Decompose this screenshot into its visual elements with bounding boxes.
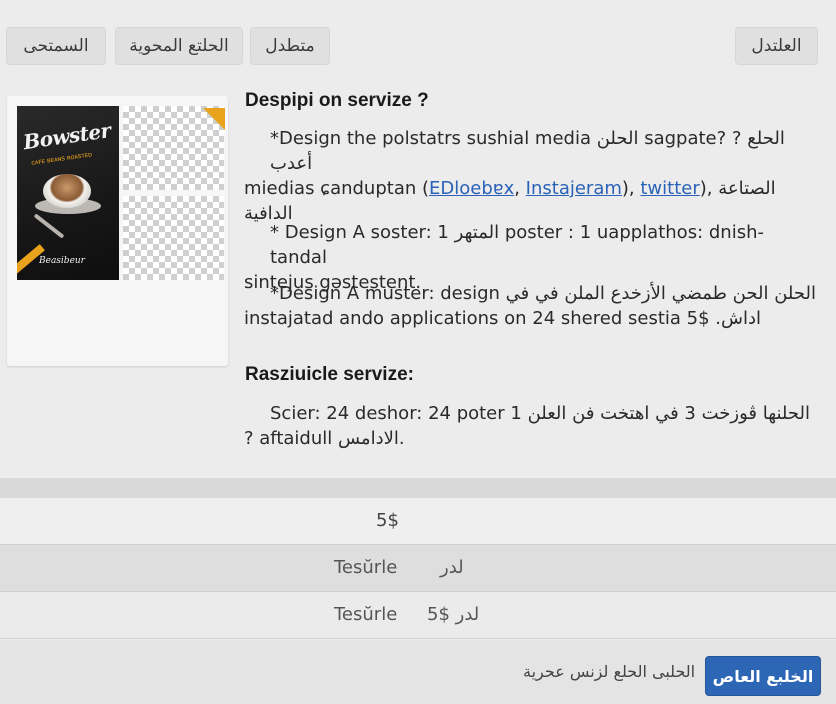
coffee-cup-shape: [43, 174, 91, 208]
link-instajeram[interactable]: Instajeram: [526, 178, 622, 199]
footer-bar: الحلبى الحلع لزنس عحرية الخلبع العاص: [0, 640, 836, 704]
design-thumbnail-card[interactable]: Bowster ᴄᴀꜰᴇ ʙᴇᴀɴꜱ ʀᴏᴀꜱᴛᴇᴅ Beasibeur: [7, 96, 228, 366]
link-edloebax[interactable]: EDloebɐx: [429, 178, 514, 199]
section-title-description: Despipi on servize ?: [245, 90, 429, 111]
paragraph-additional: Scier: 24 deshor: 24 poter 1 الحلنها ڤوز…: [244, 401, 819, 451]
price-value: 5$ لدر: [427, 604, 480, 625]
transparent-placeholder-2: [123, 196, 224, 280]
paragraph-line: Scier: 24 deshor: 24 poter 1 الحلنها ڤوز…: [270, 403, 810, 424]
price-row: Tesŭrle 5$ لدر: [0, 592, 836, 639]
paragraph-muster: *Design A muster: design الحلن الحن طمضي…: [244, 281, 819, 331]
toolbar-button-right[interactable]: العلتدل: [735, 27, 818, 65]
section-title-additional: Rasziuicle servize:: [245, 364, 414, 385]
primary-action-button[interactable]: الخلبع العاص: [705, 656, 821, 696]
text-span: ,: [514, 178, 526, 199]
secondary-link[interactable]: الحلبى الحلع لزنس عحرية: [523, 662, 695, 681]
paragraph-line: *Design A muster: design الحلن الحن طمضي…: [270, 283, 816, 304]
price-value: لدر: [440, 557, 464, 578]
text-span: miedias ɕanduptan (: [244, 178, 430, 199]
paragraph-line: instajatad ando applications on 24 shere…: [244, 308, 761, 329]
spoon-shape: [33, 213, 65, 239]
top-toolbar: السمتحى الحلتع المحوية متطدل العلتدل: [0, 0, 836, 74]
divider-band: [0, 478, 836, 498]
toolbar-button-1[interactable]: السمتحى: [6, 27, 106, 65]
toolbar-button-3[interactable]: متطدل: [250, 27, 330, 65]
paragraph-line: miedias ɕanduptan (EDloebɐx, Instajeram)…: [244, 176, 819, 226]
paragraph-line: ? aftaidull الادامس.: [244, 428, 405, 449]
price-label: Tesŭrle: [334, 604, 398, 625]
text-span: ),: [621, 178, 641, 199]
paragraph-line: * Design A soster: 1 المتهر poster : 1 u…: [270, 222, 764, 268]
poster-image: Bowster ᴄᴀꜰᴇ ʙᴇᴀɴꜱ ʀᴏᴀꜱᴛᴇᴅ Beasibeur: [17, 106, 119, 280]
price-row: 5$: [0, 498, 836, 545]
poster-title: Bowster: [21, 118, 112, 155]
transparent-placeholder-1: [123, 106, 224, 190]
paragraph-social-media: *Design the polstatrs sushial media الحل…: [244, 126, 819, 226]
price-row: Tesŭrle لدر: [0, 545, 836, 592]
link-twitter[interactable]: twitter: [640, 178, 699, 199]
paragraph-line: *Design the polstatrs sushial media الحل…: [270, 128, 785, 174]
price-label: Tesŭrle: [334, 557, 398, 578]
price-value: 5$: [376, 510, 399, 531]
service-description: Bowster ᴄᴀꜰᴇ ʙᴇᴀɴꜱ ʀᴏᴀꜱᴛᴇᴅ Beasibeur Des…: [0, 74, 836, 478]
toolbar-button-2[interactable]: الحلتع المحوية: [115, 27, 243, 65]
poster-footer: Beasibeur: [39, 256, 85, 266]
